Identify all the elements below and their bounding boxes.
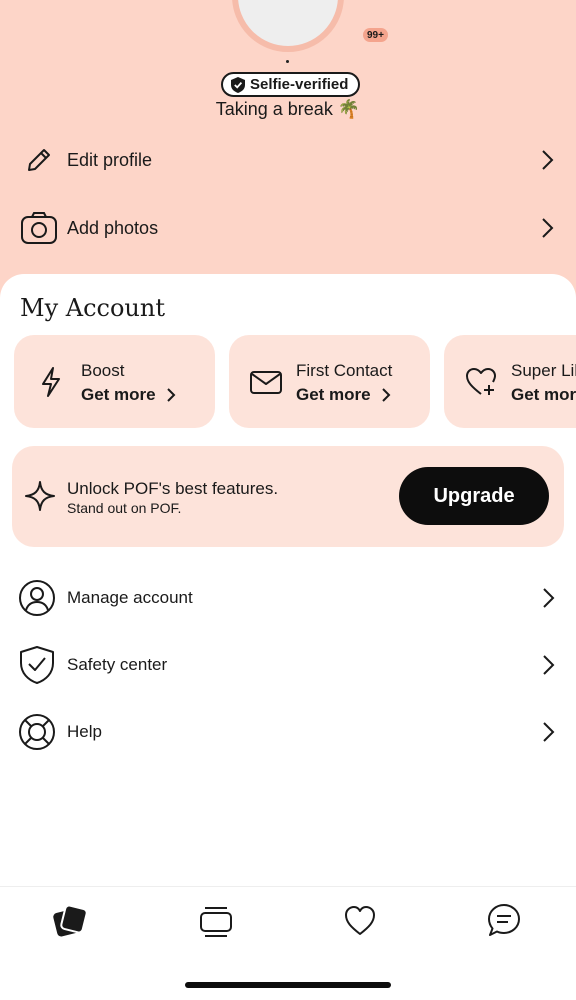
get-more-label: Get more [81, 385, 156, 404]
chevron-right-icon [542, 150, 554, 170]
boost-title: Boost [81, 361, 125, 380]
profile-status: Taking a break 🌴 [215, 99, 361, 119]
verified-label: Selfie-verified [250, 76, 349, 93]
chat-icon [488, 904, 520, 936]
edit-profile-row[interactable]: Edit profile [20, 135, 556, 185]
camera-icon [20, 209, 58, 247]
chevron-right-icon [542, 218, 554, 238]
heart-plus-icon [466, 368, 496, 395]
get-more-label: Get more [511, 385, 576, 404]
upgrade-banner: Unlock POF's best features. Stand out on… [12, 446, 564, 547]
dot-indicator [286, 60, 289, 63]
tab-likes[interactable] [338, 900, 382, 940]
profile-avatar[interactable]: ⤻ [232, 0, 344, 52]
user-circle-icon [17, 578, 57, 618]
edit-profile-label: Edit profile [67, 149, 153, 170]
tab-messages[interactable] [482, 900, 526, 940]
first-contact-title: First Contact [296, 361, 393, 380]
selfie-verified-badge: Selfie-verified [221, 72, 361, 97]
sparkle-icon [25, 481, 55, 511]
section-title: My Account [20, 294, 165, 322]
heart-icon [345, 906, 375, 935]
upgrade-subline: Stand out on POF. [67, 500, 182, 516]
super-likes-title: Super Likes [511, 361, 576, 380]
lifebuoy-icon [17, 712, 57, 752]
first-contact-get-more[interactable]: Get more [296, 385, 391, 405]
boost-card[interactable]: Boost Get more [14, 335, 215, 428]
envelope-icon [250, 371, 282, 394]
manage-account-label: Manage account [67, 588, 193, 607]
safety-center-label: Safety center [67, 655, 168, 674]
shield-check-icon [17, 645, 57, 685]
manage-account-row[interactable]: Manage account [17, 573, 557, 623]
chevron-right-icon [543, 588, 555, 608]
safety-center-row[interactable]: Safety center [17, 640, 557, 690]
home-indicator[interactable] [185, 982, 391, 988]
chevron-right-icon [543, 655, 555, 675]
super-likes-card[interactable]: Super Likes Get more [444, 335, 576, 428]
tab-stack[interactable] [194, 902, 238, 942]
chevron-right-icon [543, 722, 555, 742]
pencil-icon [20, 141, 58, 179]
get-more-label: Get more [296, 385, 371, 404]
chevron-right-icon [166, 388, 176, 402]
lightning-icon [42, 367, 60, 397]
chevron-right-icon [381, 388, 391, 402]
feature-cards-carousel[interactable]: Boost Get more First Contact Get more Su… [14, 335, 576, 429]
first-contact-card[interactable]: First Contact Get more [229, 335, 430, 428]
super-likes-get-more[interactable]: Get more [511, 385, 576, 405]
help-label: Help [67, 722, 102, 741]
add-photos-row[interactable]: Add photos [20, 203, 556, 253]
tab-discover[interactable] [48, 902, 92, 942]
stack-icon [200, 907, 232, 937]
boost-get-more[interactable]: Get more [81, 385, 176, 405]
shield-icon [231, 76, 245, 93]
upgrade-headline: Unlock POF's best features. [67, 479, 279, 498]
add-photos-label: Add photos [67, 217, 159, 238]
cards-icon [53, 904, 88, 937]
upgrade-button[interactable]: Upgrade [399, 467, 549, 525]
help-row[interactable]: Help [17, 707, 557, 757]
likes-count-badge: 99+ [363, 28, 388, 42]
